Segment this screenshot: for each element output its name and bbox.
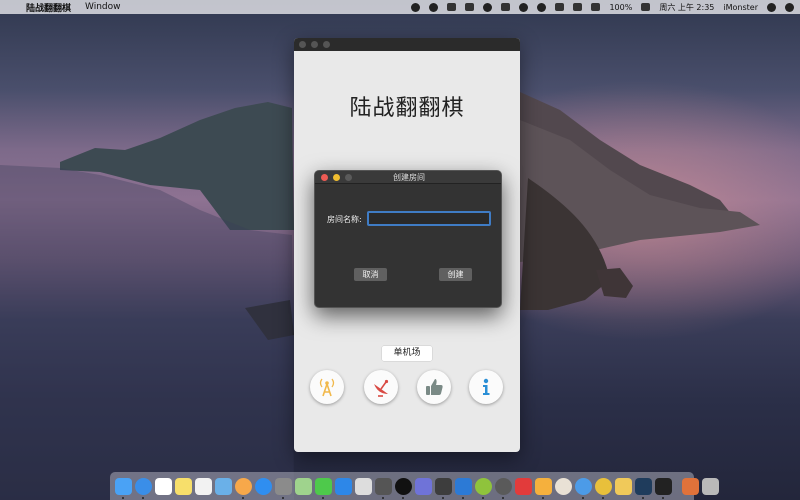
broadcast-button[interactable] <box>310 370 344 404</box>
system-preferences-icon[interactable] <box>275 477 292 499</box>
unknown-app-icon[interactable] <box>355 477 372 495</box>
minimize-button-inactive[interactable] <box>311 41 318 48</box>
pin-app-icon[interactable] <box>575 477 592 499</box>
wifi-icon[interactable] <box>519 2 529 12</box>
room-name-label: 房间名称: <box>327 215 362 224</box>
taobao-icon[interactable] <box>515 477 532 495</box>
volume-icon[interactable] <box>573 3 583 11</box>
finder-icon[interactable] <box>115 477 132 499</box>
android-studio-icon[interactable] <box>475 477 492 499</box>
dialog-titlebar[interactable]: 创建房间 <box>315 171 501 184</box>
close-button-inactive[interactable] <box>299 41 306 48</box>
game-title: 陆战翻翻棋 <box>349 96 465 121</box>
photoshop-icon[interactable] <box>635 477 652 499</box>
spotlight-icon[interactable] <box>767 2 776 12</box>
send-tray-icon[interactable] <box>465 3 475 11</box>
thumbs-up-button[interactable] <box>417 370 451 404</box>
preview-icon[interactable] <box>215 477 232 495</box>
create-button[interactable]: 创建 <box>439 268 472 281</box>
trash-icon[interactable] <box>702 477 719 495</box>
browser-app-icon[interactable] <box>495 477 512 499</box>
battery-icon[interactable] <box>641 3 651 11</box>
menu-window[interactable]: Window <box>85 2 121 12</box>
qq-tray-icon[interactable] <box>411 2 421 12</box>
qq-icon[interactable] <box>395 477 412 499</box>
satellite-button[interactable] <box>364 370 398 404</box>
satellite-dish-icon <box>374 379 389 397</box>
record-tray-icon[interactable] <box>429 2 439 12</box>
discord-icon[interactable] <box>415 477 432 495</box>
chrome-icon[interactable] <box>595 477 612 499</box>
cloud-tray-icon[interactable] <box>447 3 457 11</box>
messages-icon[interactable] <box>335 477 352 495</box>
dialog-title: 创建房间 <box>393 173 425 182</box>
thumbs-up-icon <box>426 379 443 395</box>
gift-tray-icon[interactable] <box>501 3 511 11</box>
info-button[interactable] <box>469 370 503 404</box>
room-name-input[interactable] <box>367 211 491 226</box>
menu-app-name[interactable]: 陆战翻翻棋 <box>26 1 71 14</box>
clock[interactable]: 周六 上午 2:35 <box>659 2 714 13</box>
safari-icon[interactable] <box>135 477 152 499</box>
terminal-icon[interactable] <box>375 477 392 499</box>
broadcast-icon <box>319 378 335 397</box>
gitkraken-icon[interactable] <box>555 477 572 495</box>
info-icon <box>483 378 490 395</box>
photos-icon[interactable] <box>235 477 252 499</box>
video-player-icon[interactable] <box>435 477 452 499</box>
wechat-tray-icon[interactable] <box>483 2 493 12</box>
input-method-icon[interactable] <box>591 3 601 11</box>
textedit-icon[interactable] <box>195 477 212 495</box>
bluetooth-icon[interactable] <box>555 3 565 11</box>
game-window-titlebar[interactable] <box>294 38 520 51</box>
battery-percent[interactable]: 100% <box>609 3 632 12</box>
zoom-button-inactive[interactable] <box>323 41 330 48</box>
dock <box>110 472 719 500</box>
calendar-icon[interactable] <box>155 477 172 495</box>
thumb-app-icon[interactable] <box>615 477 632 495</box>
notes-icon[interactable] <box>175 477 192 495</box>
maps-icon[interactable] <box>295 477 312 495</box>
create-room-dialog: 创建房间 房间名称: 取消 创建 <box>314 170 502 308</box>
single-player-button[interactable]: 单机场 <box>382 346 432 361</box>
status-tray: 100% 周六 上午 2:35 iMonster <box>411 0 794 14</box>
vscode-icon[interactable] <box>455 477 472 499</box>
sublime-icon[interactable] <box>535 477 552 499</box>
downloads-icon[interactable] <box>682 477 699 495</box>
user-name[interactable]: iMonster <box>723 3 758 12</box>
wechat-icon[interactable] <box>315 477 332 499</box>
notification-center-icon[interactable] <box>785 2 794 12</box>
app-store-icon[interactable] <box>255 477 272 495</box>
menu-bar: 陆战翻翻棋 Window 100% 周六 上午 2:35 iMonster <box>0 0 800 14</box>
cancel-button[interactable]: 取消 <box>354 268 387 281</box>
time-machine-icon[interactable] <box>537 2 547 12</box>
kanji-app-icon[interactable] <box>655 477 672 499</box>
